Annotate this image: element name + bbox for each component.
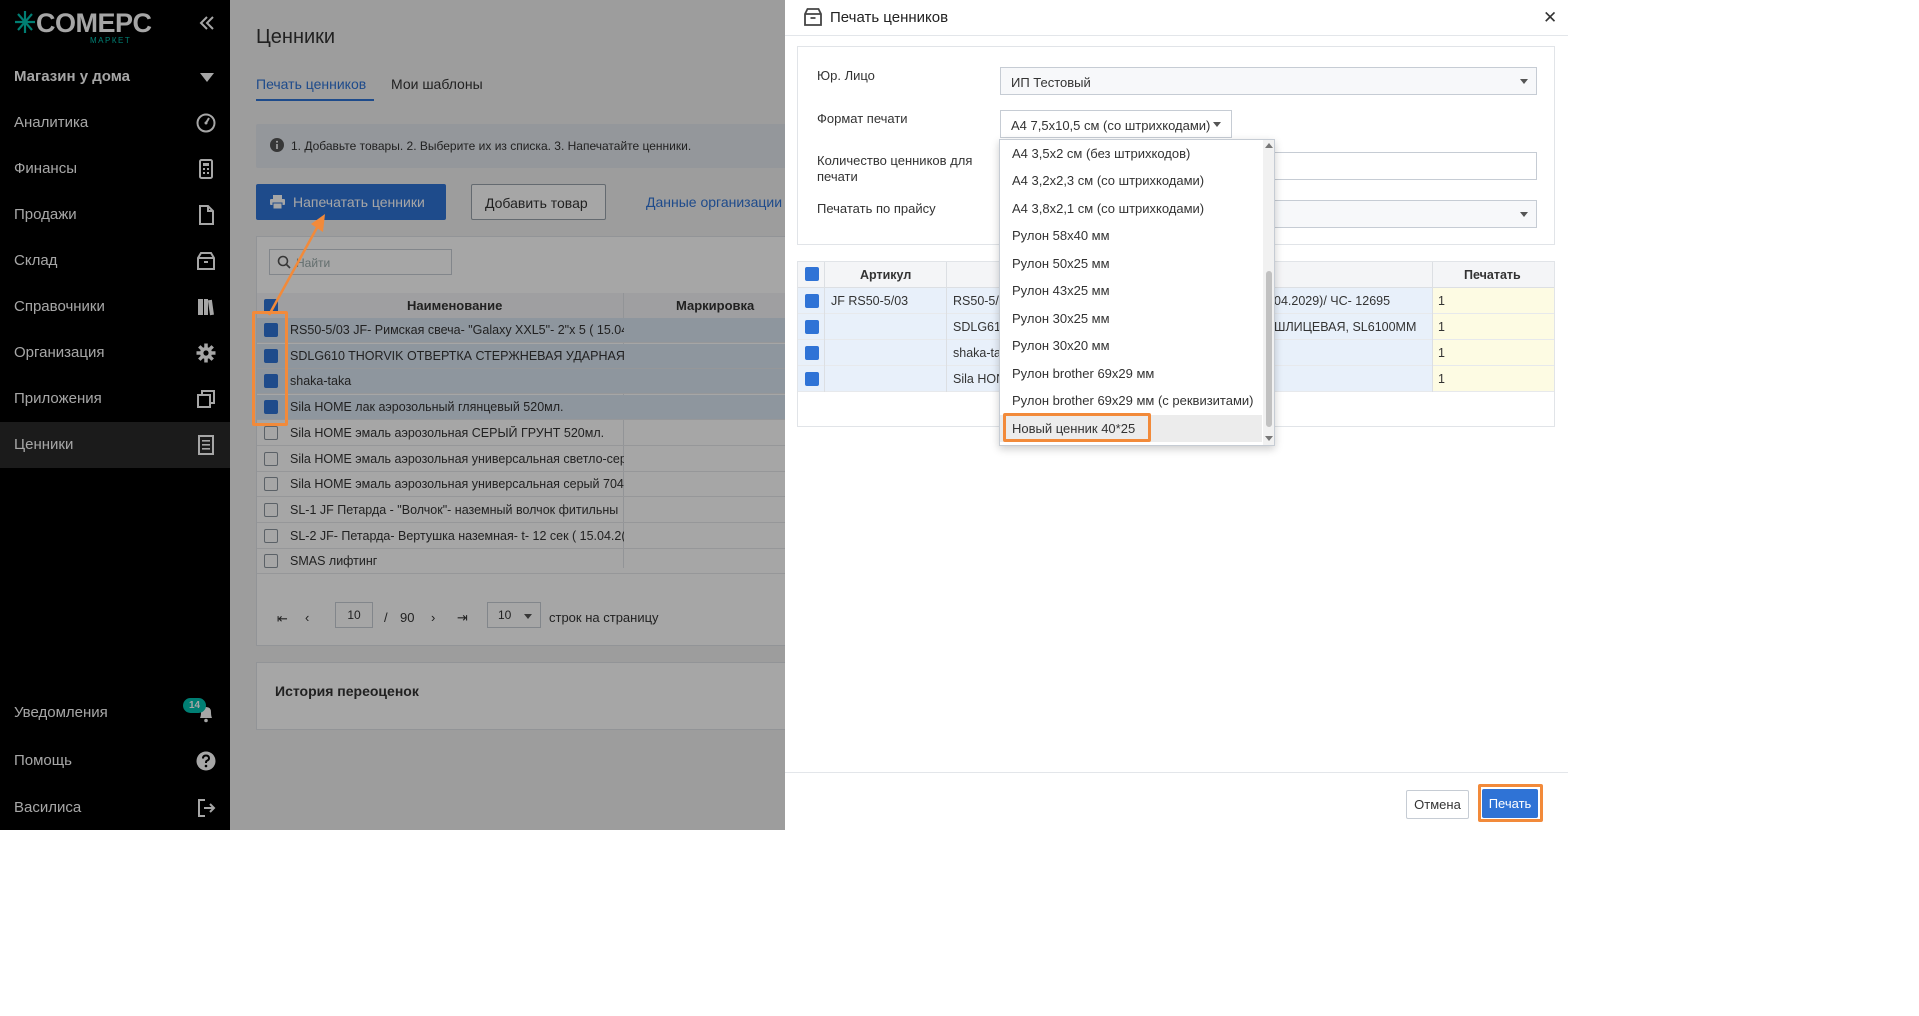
quantity-label: Количество ценников для печати bbox=[817, 153, 973, 184]
qty-value: 1 bbox=[1438, 372, 1445, 386]
article-cell: JF RS50-5/03 bbox=[831, 294, 909, 308]
box-icon bbox=[804, 8, 822, 26]
dropdown-option[interactable]: А4 3,8x2,1 см (со штрихкодами) bbox=[1000, 195, 1262, 222]
qty-cell[interactable]: 1 bbox=[1432, 288, 1554, 313]
column-header-print: Печатать bbox=[1464, 268, 1521, 282]
row-checkbox[interactable] bbox=[805, 320, 819, 334]
column-divider bbox=[1432, 262, 1433, 392]
select-all-checkbox[interactable] bbox=[805, 267, 819, 281]
dropdown-option[interactable]: Рулон 50x25 мм bbox=[1000, 250, 1262, 277]
dropdown-option[interactable]: Рулон 58x40 мм bbox=[1000, 222, 1262, 249]
name-cell-tail: 04.2029)/ ЧС- 12695 bbox=[1274, 294, 1391, 308]
legal-entity-select[interactable]: ИП Тестовый bbox=[1000, 67, 1537, 95]
name-cell: RS50-5/( bbox=[953, 294, 1004, 308]
name-cell: SDLG61( bbox=[953, 320, 1006, 334]
qty-value: 1 bbox=[1438, 346, 1445, 360]
option-highlight bbox=[1003, 413, 1151, 442]
dropdown-option[interactable]: Рулон brother 69x29 мм (с реквизитами) bbox=[1000, 387, 1262, 414]
column-header-article: Артикул bbox=[860, 268, 912, 282]
print-format-label: Формат печати bbox=[817, 111, 908, 126]
qty-value: 1 bbox=[1438, 294, 1445, 308]
legal-entity-label: Юр. Лицо bbox=[817, 68, 875, 83]
print-button[interactable]: Печать bbox=[1482, 789, 1538, 818]
dialog-title: Печать ценников bbox=[830, 9, 949, 26]
dialog-header: Печать ценников ✕ bbox=[785, 0, 1568, 36]
scroll-up-icon[interactable] bbox=[1265, 143, 1273, 148]
print-format-dropdown[interactable]: А4 3,5x2 см (без штрихкодов) А4 3,2x2,3 … bbox=[999, 139, 1275, 446]
dropdown-option[interactable]: Рулон brother 69x29 мм bbox=[1000, 360, 1262, 387]
checkbox-highlight bbox=[252, 311, 288, 426]
name-cell-tail: ШЛИЦЕВАЯ, SL6100MM bbox=[1274, 320, 1417, 334]
chevron-down-icon bbox=[1520, 79, 1528, 84]
legal-entity-value: ИП Тестовый bbox=[1011, 75, 1091, 90]
scroll-down-icon[interactable] bbox=[1265, 436, 1273, 441]
name-cell: shaka-ta bbox=[953, 346, 1001, 360]
cancel-button[interactable]: Отмена bbox=[1406, 790, 1469, 819]
row-checkbox[interactable] bbox=[805, 294, 819, 308]
dropdown-option[interactable]: А4 3,5x2 см (без штрихкодов) bbox=[1000, 140, 1262, 167]
dropdown-option[interactable]: Рулон 43x25 мм bbox=[1000, 277, 1262, 304]
column-divider bbox=[946, 262, 947, 392]
qty-cell[interactable]: 1 bbox=[1432, 340, 1554, 365]
chevron-down-icon bbox=[1213, 122, 1221, 127]
print-format-select[interactable]: А4 7,5x10,5 см (со штрихкодами) bbox=[1000, 110, 1232, 138]
dropdown-scrollbar[interactable] bbox=[1263, 140, 1274, 445]
chevron-down-icon bbox=[1520, 212, 1528, 217]
dropdown-option[interactable]: Рулон 30x20 мм bbox=[1000, 332, 1262, 359]
arrow-annotation-icon bbox=[267, 214, 325, 316]
price-list-label: Печатать по прайсу bbox=[817, 201, 936, 216]
row-checkbox[interactable] bbox=[805, 372, 819, 386]
dropdown-option[interactable]: Рулон 30x25 мм bbox=[1000, 305, 1262, 332]
row-checkbox[interactable] bbox=[805, 346, 819, 360]
scrollbar-thumb[interactable] bbox=[1266, 271, 1272, 427]
print-format-value: А4 7,5x10,5 см (со штрихкодами) bbox=[1011, 118, 1211, 133]
qty-cell[interactable]: 1 bbox=[1432, 314, 1554, 339]
qty-value: 1 bbox=[1438, 320, 1445, 334]
column-divider bbox=[824, 262, 825, 392]
qty-cell[interactable]: 1 bbox=[1432, 366, 1554, 391]
name-cell: Sila HON bbox=[953, 372, 1006, 386]
dropdown-option[interactable]: А4 3,2x2,3 см (со штрихкодами) bbox=[1000, 167, 1262, 194]
modal-backdrop[interactable] bbox=[0, 0, 785, 830]
close-icon[interactable]: ✕ bbox=[1543, 8, 1557, 28]
